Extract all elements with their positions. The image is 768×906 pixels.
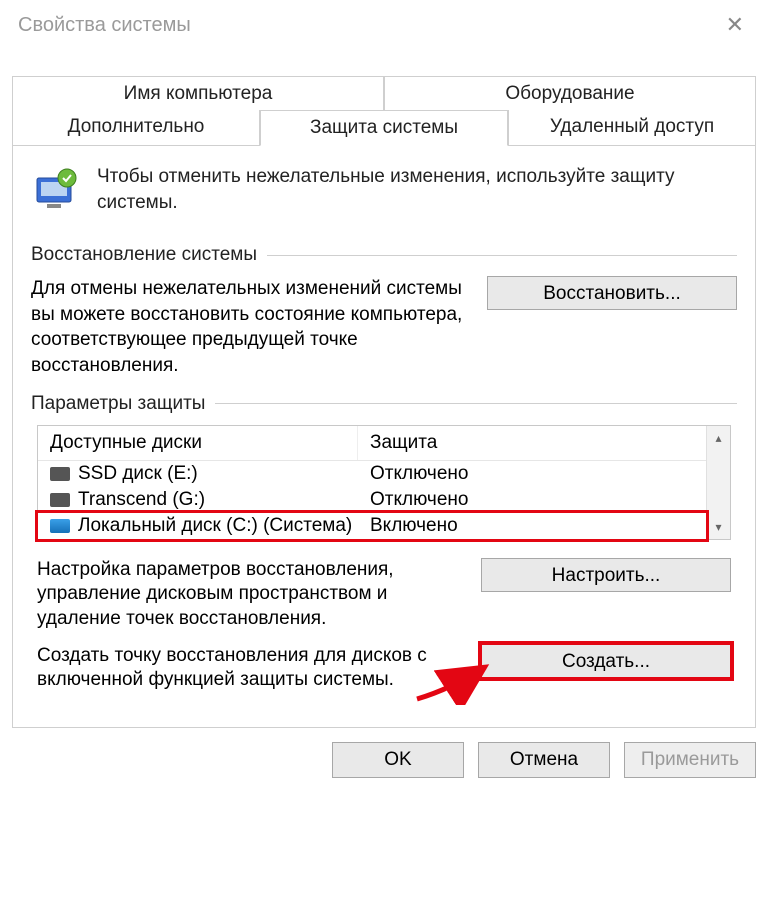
scrollbar[interactable]: ▴ ▾ [706,426,730,539]
drive-status: Включено [370,515,694,537]
scroll-up-icon[interactable]: ▴ [707,426,730,450]
drive-name: Локальный диск (C:) (Система) [78,515,352,537]
restore-description: Для отмены нежелательных изменений систе… [31,276,463,379]
group-params-label: Параметры защиты [31,393,737,415]
window-title: Свойства системы [18,14,191,37]
drives-header-name[interactable]: Доступные диски [38,426,358,460]
drive-icon [50,493,70,507]
dialog-footer: OK Отмена Применить [0,728,768,792]
group-restore-title: Восстановление системы [31,244,257,266]
create-description: Создать точку восстановления для дисков … [37,644,467,693]
tab-container: Имя компьютера Оборудование Дополнительн… [12,76,756,146]
tab-computer-name[interactable]: Имя компьютера [12,76,384,111]
divider [215,403,737,404]
group-restore-label: Восстановление системы [31,244,737,266]
drive-name: Transcend (G:) [78,489,205,511]
drives-list: Доступные диски Защита SSD диск (E:) Отк… [37,425,731,540]
drive-status: Отключено [370,463,694,485]
drive-status: Отключено [370,489,694,511]
cancel-button[interactable]: Отмена [478,742,610,778]
tab-system-protection[interactable]: Защита системы [260,110,508,146]
intro-text: Чтобы отменить нежелательные изменения, … [97,164,737,215]
divider [267,255,737,256]
configure-description: Настройка параметров восстановления, упр… [37,558,467,632]
drive-name: SSD диск (E:) [78,463,198,485]
drive-row-highlighted[interactable]: Локальный диск (C:) (Система) Включено [35,510,709,542]
tab-advanced[interactable]: Дополнительно [12,110,260,146]
configure-button[interactable]: Настроить... [481,558,731,592]
scroll-down-icon[interactable]: ▾ [707,515,730,539]
tab-remote[interactable]: Удаленный доступ [508,110,756,146]
tab-panel: Чтобы отменить нежелательные изменения, … [12,146,756,728]
apply-button[interactable]: Применить [624,742,756,778]
drives-header-status[interactable]: Защита [358,426,706,460]
create-button[interactable]: Создать... [481,644,731,678]
group-params-title: Параметры защиты [31,393,205,415]
system-drive-icon [50,519,70,533]
close-icon[interactable]: ✕ [716,8,754,42]
restore-button[interactable]: Восстановить... [487,276,737,310]
ok-button[interactable]: OK [332,742,464,778]
title-bar: Свойства системы ✕ [0,0,768,54]
drive-icon [50,467,70,481]
tab-hardware[interactable]: Оборудование [384,76,756,111]
shield-monitor-icon [31,164,83,216]
drive-row[interactable]: SSD диск (E:) Отключено [38,461,706,487]
